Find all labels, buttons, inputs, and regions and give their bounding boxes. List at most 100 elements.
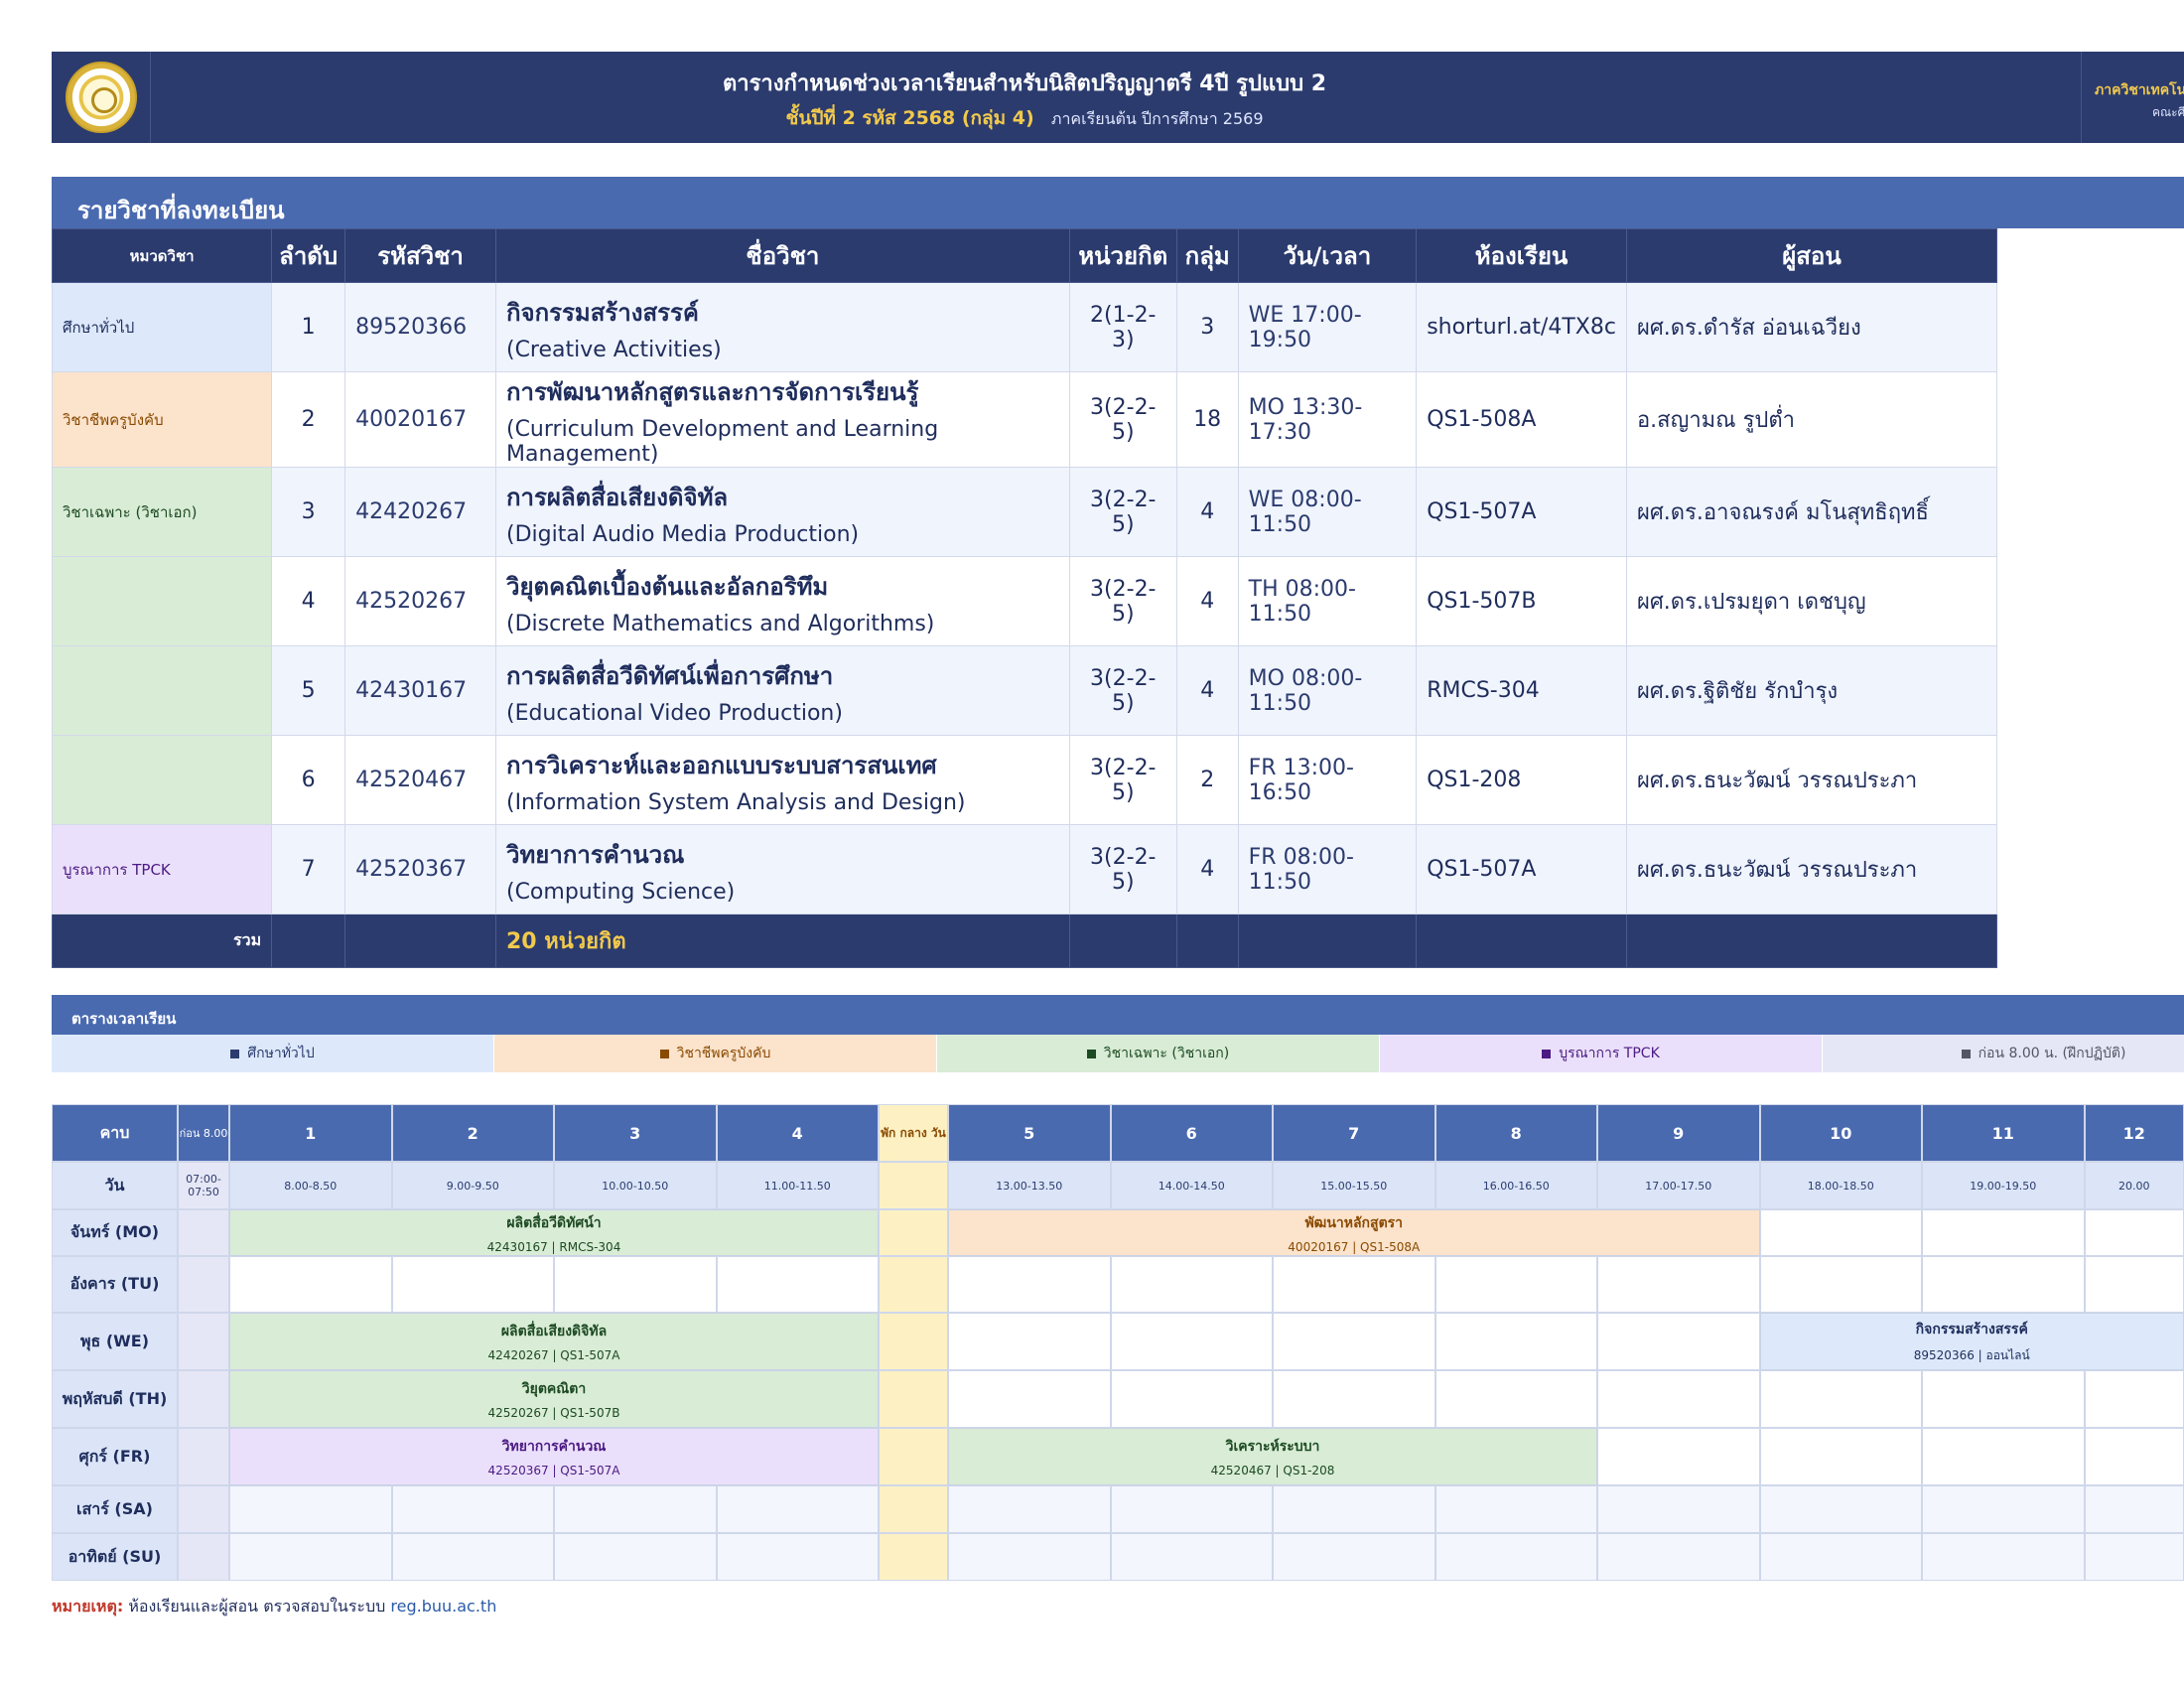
class-block[interactable]: ผลิตสื่อวีดิทัศน์า 42430167 | RMCS-304 [229,1209,879,1256]
timetable-section-title: ตารางเวลาเรียน [52,995,2184,1035]
class-block[interactable]: ผลิตสื่อเสียงดิจิทัล 42420267 | QS1-507A [229,1313,879,1370]
department-name: ภาควิชาเทคโนโลยีทาง [2095,82,2184,98]
timetable-slot [1434,1533,1597,1581]
timetable-slot [1759,1485,1922,1533]
course-number: 3 [271,467,346,557]
course-code: 42520367 [344,824,496,914]
course-number: 2 [271,371,346,468]
legend-swatch [230,1049,240,1058]
course-category [51,645,273,736]
course-name-english: (Educational Video Production) [505,700,843,726]
course-credits: 3(2-2-5) [1068,556,1177,646]
legend-label: ศึกษาทั่วไป [247,1046,315,1061]
timetable-slot [1434,1370,1597,1428]
class-block-title: วิทยาการคำนวณ [501,1439,607,1455]
timetable-slot [1434,1313,1597,1370]
course-category: บูรณาการ TPCK [51,824,273,914]
course-group: 4 [1175,467,1239,557]
subtitle-term: ภาคเรียนต้น ปีการศึกษา 2569 [1050,109,1264,128]
class-block[interactable]: พัฒนาหลักสูตรา 40020167 | QS1-508A [948,1209,1760,1256]
course-room: RMCS-304 [1416,645,1627,736]
course-group: 3 [1175,282,1239,372]
total-empty-cell [1625,914,1998,968]
timetable-slot [1759,1209,1922,1256]
day-header-cell: วัน [52,1162,178,1209]
course-time: WE 17:00-19:50 [1237,282,1418,372]
registration-link[interactable]: reg.buu.ac.th [390,1597,496,1616]
course-category: วิชาชีพครูบังคับ [51,371,273,468]
course-room: QS1-507A [1416,824,1627,914]
timetable-slot [1759,1256,1922,1313]
column-header: ห้องเรียน [1416,228,1627,283]
course-row: ศึกษาทั่วไป 1 89520366 กิจกรรมสร้างสรรค์ (Cr… [51,282,1998,372]
course-name-english: (Creative Activities) [505,337,722,362]
lunch-break-header: พัก กลาง วัน [879,1104,948,1162]
lunch-break-cell [879,1428,948,1485]
class-block[interactable]: กิจกรรมสร้างสรรค์ 89520366 | ออนไลน์ [1759,1313,2184,1370]
lunch-break-cell [879,1313,948,1370]
course-time: WE 08:00-11:50 [1237,467,1418,557]
timetable-slot [229,1256,392,1313]
course-instructor: ผศ.ดร.เปรมยุดา เดชบุญ [1625,556,1998,646]
timetable-slot [1434,1485,1597,1533]
course-number: 4 [271,556,346,646]
total-label: รวม [51,914,273,968]
column-header: รหัสวิชา [344,228,496,283]
timetable-slot [1597,1313,1760,1370]
total-empty-cell [344,914,496,968]
timetable-slot [1273,1313,1435,1370]
pre-eight-cell [178,1256,229,1313]
class-block-title: ผลิตสื่อเสียงดิจิทัล [500,1324,608,1339]
timetable-slot [1110,1485,1273,1533]
column-header: ผู้สอน [1625,228,1998,283]
course-code: 42430167 [344,645,496,736]
timetable-slot [1759,1370,1922,1428]
timetable-slot [1110,1533,1273,1581]
course-name-thai: การผลิตสื่อวีดิทัศน์เพื่อการศึกษา [505,661,834,690]
course-code: 42520267 [344,556,496,646]
column-header: ลำดับ [271,228,346,283]
total-empty-cell [271,914,346,968]
logo-container [52,52,151,143]
legend-item: ศึกษาทั่วไป [52,1035,494,1072]
course-category: ศึกษาทั่วไป [51,282,273,372]
pre-eight-cell [178,1533,229,1581]
course-credits: 3(2-2-5) [1068,824,1177,914]
timetable-slot [554,1533,717,1581]
period-number: 11 [1922,1104,2085,1162]
class-block[interactable]: วิทยาการคำนวณ 42520367 | QS1-507A [229,1428,879,1485]
total-empty-cell [1237,914,1418,968]
timetable-slot [1273,1533,1435,1581]
timetable-slot [1597,1533,1760,1581]
timetable-slot [948,1313,1111,1370]
course-credits: 3(2-2-5) [1068,467,1177,557]
period-time: 8.00-8.50 [229,1162,392,1209]
class-block-detail: 42520267 | QS1-507B [487,1406,620,1420]
pre-eight-cell [178,1209,229,1256]
column-header: ชื่อวิชา [494,228,1070,283]
class-block[interactable]: วิเคราะห์ระบบา 42520467 | QS1-208 [948,1428,1597,1485]
course-number: 5 [271,645,346,736]
class-block[interactable]: วิยุตคณิตา 42520267 | QS1-507B [229,1370,879,1428]
legend-label: วิชาเฉพาะ (วิชาเอก) [1103,1046,1230,1061]
period-number: 2 [391,1104,554,1162]
course-name-thai: การวิเคราะห์และออกแบบระบบสารสนเทศ [505,751,937,779]
footnote-label: หมายเหตุ: [52,1597,124,1616]
page-subtitle: ชั้นปีที่ 2 รหัส 2568 (กลุ่ม 4) ภาคเรียน… [181,103,1868,133]
period-time: 18.00-18.50 [1759,1162,1922,1209]
class-block-detail: 42520367 | QS1-507A [487,1464,620,1477]
course-time: TH 08:00-11:50 [1237,556,1418,646]
legend-swatch [1961,1049,1971,1058]
course-room: shorturl.at/4TX8c [1416,282,1627,372]
legend-item: ก่อน 8.00 น. (ฝึกปฏิบัติ) [1823,1035,2184,1072]
period-number: 4 [716,1104,879,1162]
lunch-break-cell [879,1370,948,1428]
period-number: 3 [554,1104,717,1162]
course-instructor: ผศ.ดร.ฐิติชัย รักบำรุง [1625,645,1998,736]
course-room: QS1-508A [1416,371,1627,468]
timetable-slot [2084,1428,2184,1485]
class-block-detail: 40020167 | QS1-508A [1288,1239,1421,1254]
course-row: วิชาชีพครูบังคับ 2 40020167 การพัฒนาหลักสูต… [51,371,1998,468]
day-label: ศุกร์ (FR) [52,1428,178,1485]
lunch-break-cell [879,1209,948,1256]
